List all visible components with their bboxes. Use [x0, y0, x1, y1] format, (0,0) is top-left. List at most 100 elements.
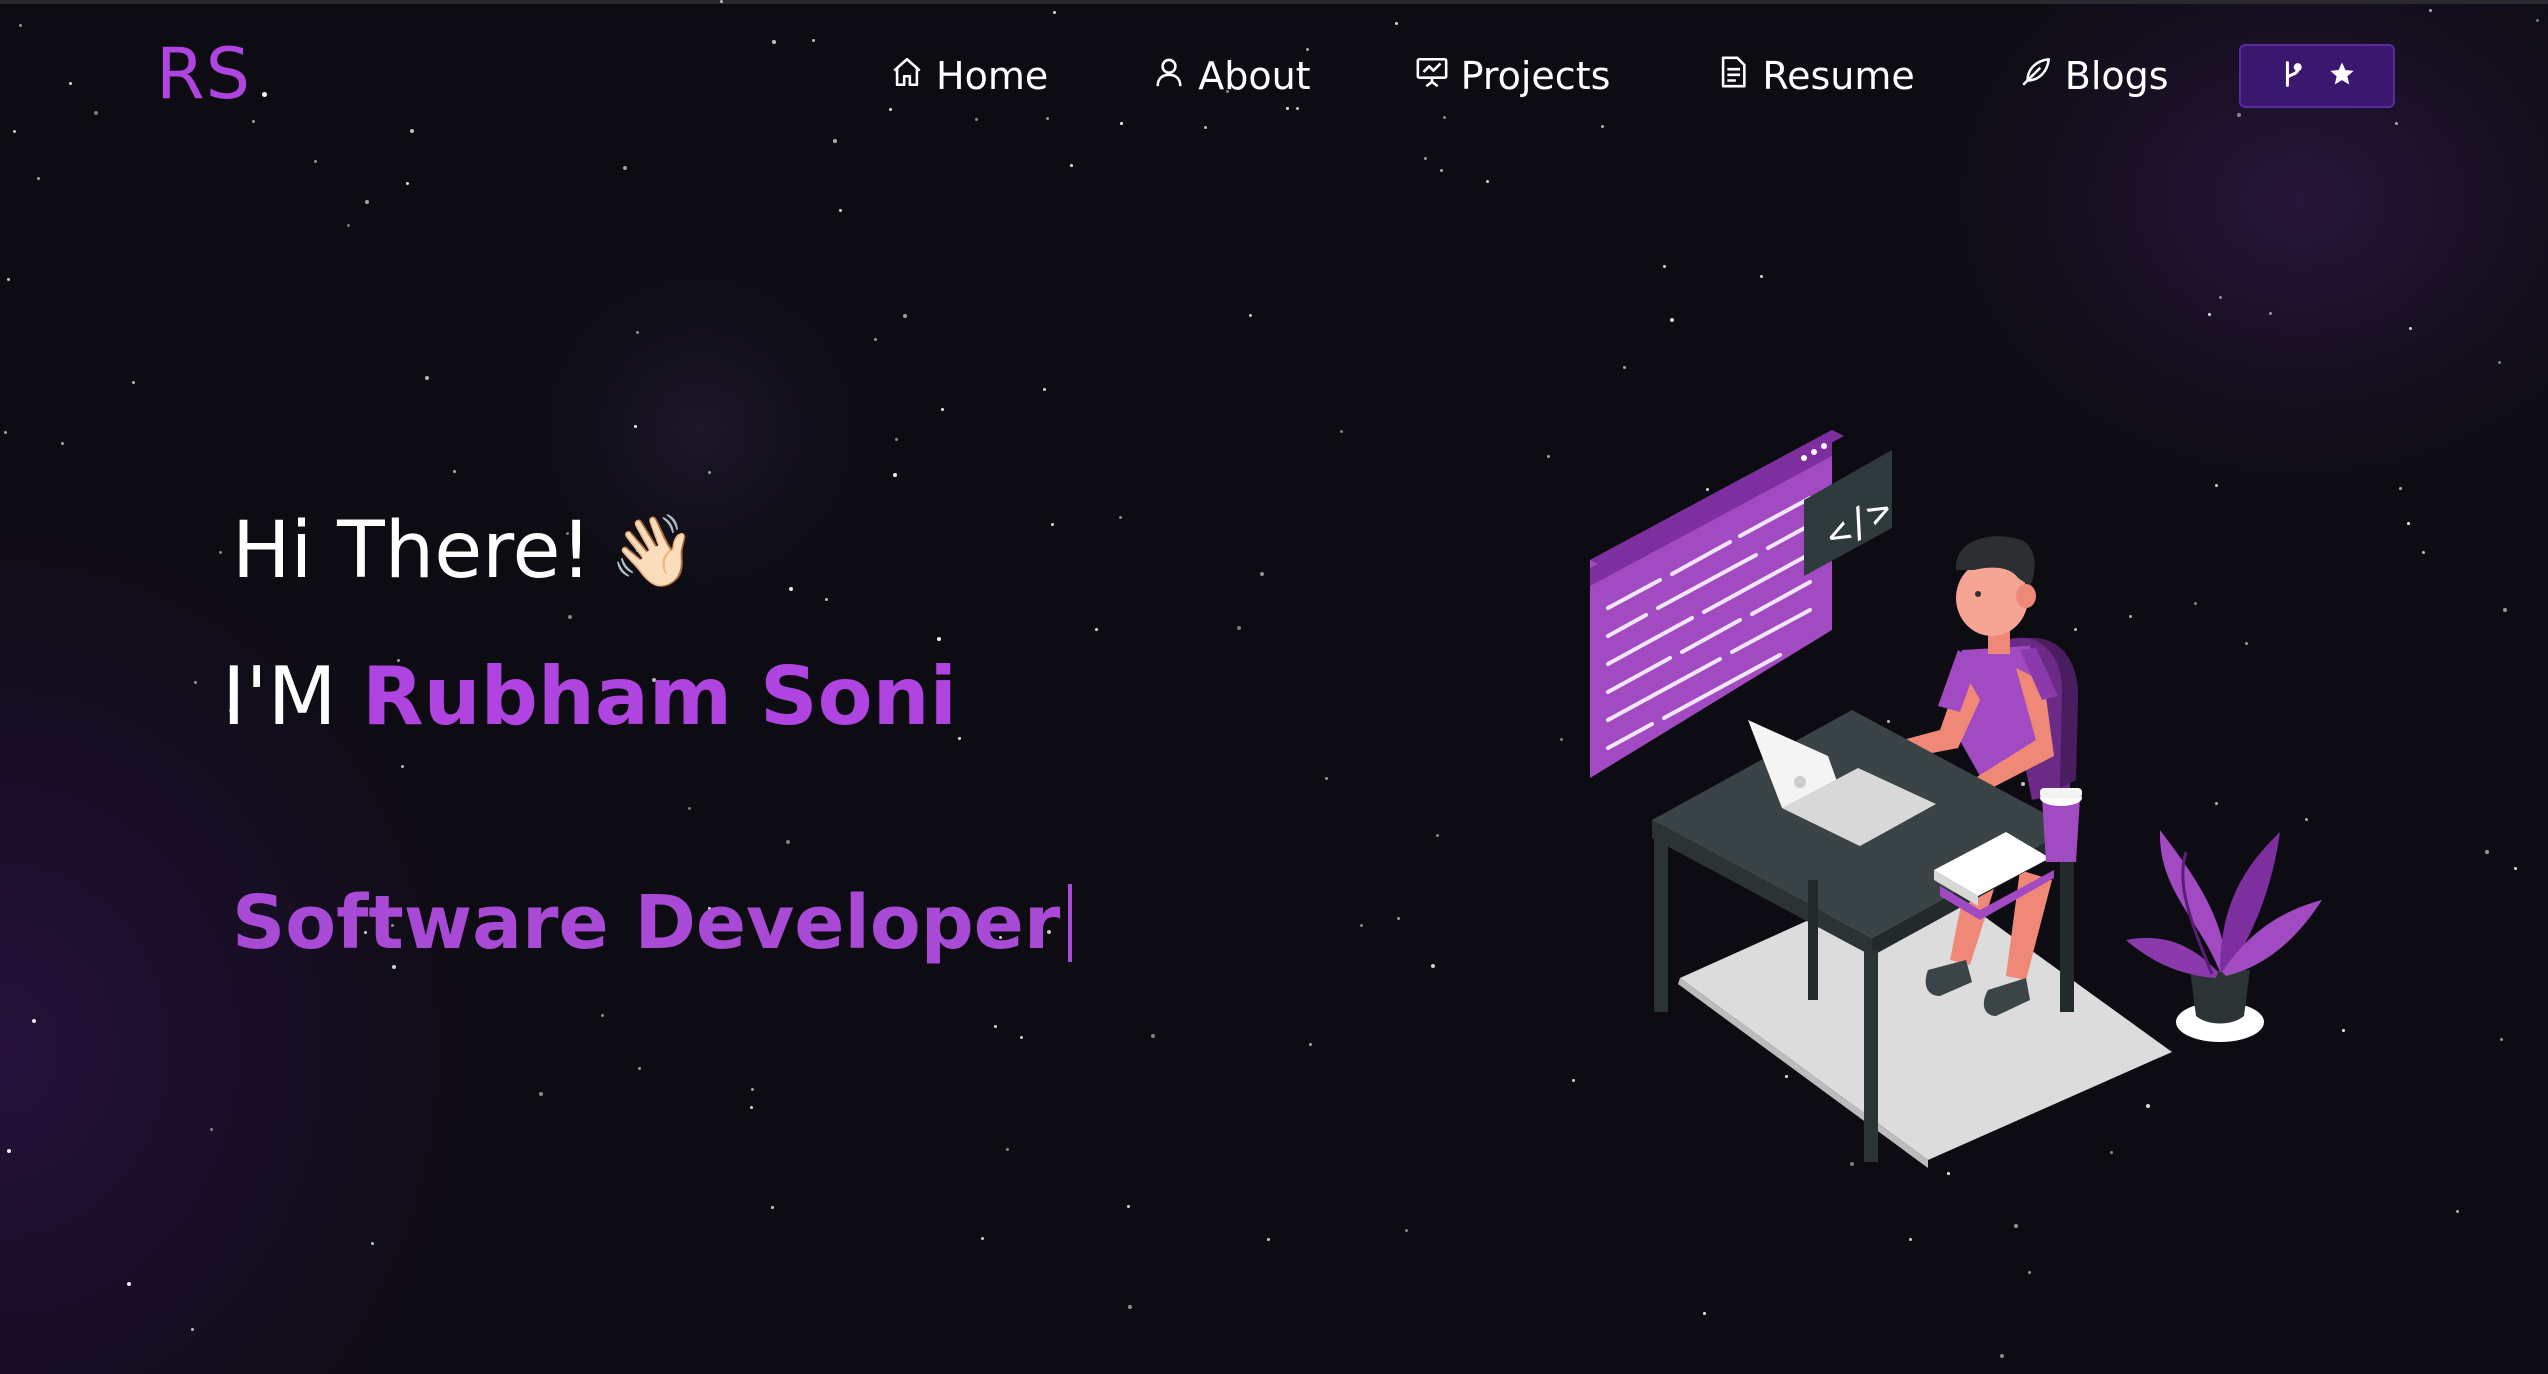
star — [1486, 180, 1489, 183]
potted-plant — [2126, 830, 2322, 1042]
hero-greeting: Hi There! 👋🏻 — [232, 506, 697, 596]
nav-item-label: Home — [936, 54, 1049, 98]
star — [2503, 608, 2507, 612]
star — [636, 331, 639, 334]
nav-item-label: Blogs — [2064, 54, 2169, 98]
star — [314, 160, 317, 163]
nav-item-projects[interactable]: Projects — [1415, 54, 1611, 98]
nav-item-resume[interactable]: Resume — [1716, 54, 1915, 98]
nav-item-home[interactable]: Home — [890, 54, 1048, 98]
star — [539, 1092, 543, 1096]
star — [347, 224, 350, 227]
git-fork-icon — [2278, 58, 2306, 94]
star — [789, 587, 793, 591]
star — [1623, 366, 1626, 369]
star — [839, 209, 842, 212]
star — [1440, 169, 1443, 172]
star — [994, 1025, 997, 1028]
code-window-panel — [1590, 430, 1844, 778]
star — [2456, 1210, 2459, 1213]
star — [1051, 523, 1054, 526]
star — [1340, 430, 1343, 433]
star — [32, 1019, 36, 1023]
star — [210, 1128, 213, 1131]
star — [708, 471, 711, 474]
star — [371, 1242, 374, 1245]
logo[interactable]: RS — [156, 34, 251, 114]
star — [4, 431, 7, 434]
star — [1547, 455, 1550, 458]
star — [1006, 1148, 1009, 1151]
star-icon — [2328, 58, 2356, 94]
star — [751, 1088, 754, 1091]
star — [2000, 1354, 2004, 1358]
star — [2219, 296, 2222, 299]
star — [601, 1014, 604, 1017]
star — [937, 637, 941, 641]
name-highlight: Rubham Soni — [362, 650, 957, 743]
star — [2028, 1271, 2031, 1274]
star — [1070, 164, 1073, 167]
star — [623, 166, 627, 170]
star — [406, 182, 409, 185]
star — [1260, 572, 1264, 576]
star — [7, 278, 10, 281]
role-text: Software Developer — [232, 880, 1061, 966]
star — [61, 442, 64, 445]
nav-item-label: Projects — [1460, 54, 1611, 98]
star — [2409, 327, 2412, 330]
star — [1397, 917, 1400, 920]
logo-dot — [262, 92, 267, 97]
typewriter-role: Software Developer — [232, 880, 1073, 966]
star — [2269, 312, 2272, 315]
star — [1043, 388, 1046, 391]
greeting-text: Hi There! — [232, 506, 592, 596]
feather-pen-icon — [2019, 54, 2053, 98]
star — [127, 1282, 131, 1286]
home-icon — [890, 54, 924, 98]
name-prefix: I'M — [222, 650, 337, 743]
star — [638, 1067, 641, 1070]
star — [37, 177, 40, 180]
star — [1267, 1238, 1270, 1241]
star — [1119, 516, 1122, 519]
star — [2342, 1029, 2345, 1032]
star — [903, 314, 907, 318]
star — [825, 598, 828, 601]
developer-at-desk-illustration: </> — [1560, 400, 2340, 1180]
star — [895, 438, 898, 441]
star — [1431, 964, 1435, 968]
star — [568, 615, 572, 619]
star — [453, 470, 456, 473]
hero-name: I'M Rubham Soni — [222, 650, 957, 743]
star — [688, 807, 691, 810]
star — [1128, 1305, 1132, 1309]
star — [1424, 157, 1427, 160]
github-repo-button[interactable] — [2238, 44, 2395, 108]
star — [1127, 1205, 1130, 1208]
nav-menu: Home About Projects Resume Blogs — [890, 44, 2395, 108]
star — [191, 1328, 194, 1331]
star — [1670, 318, 1674, 322]
navbar: RS Home About Projects Resume Blogs — [0, 0, 2548, 150]
star — [2422, 551, 2425, 554]
star — [1909, 1238, 1912, 1241]
waving-hand-icon: 👋🏻 — [609, 509, 697, 592]
star — [365, 200, 369, 204]
star — [786, 840, 790, 844]
star — [874, 338, 877, 341]
star — [194, 681, 197, 684]
nav-item-about[interactable]: About — [1152, 54, 1311, 98]
coffee-cup — [2040, 788, 2082, 862]
nav-item-blogs[interactable]: Blogs — [2019, 54, 2169, 98]
star — [2014, 1224, 2018, 1228]
star — [941, 408, 944, 411]
nav-item-label: About — [1198, 54, 1311, 98]
star — [1309, 1043, 1312, 1046]
star — [1703, 1312, 1706, 1315]
star — [1325, 777, 1328, 780]
star — [1760, 275, 1763, 278]
star — [1237, 626, 1241, 630]
star — [2399, 487, 2402, 490]
star — [1151, 1034, 1155, 1038]
